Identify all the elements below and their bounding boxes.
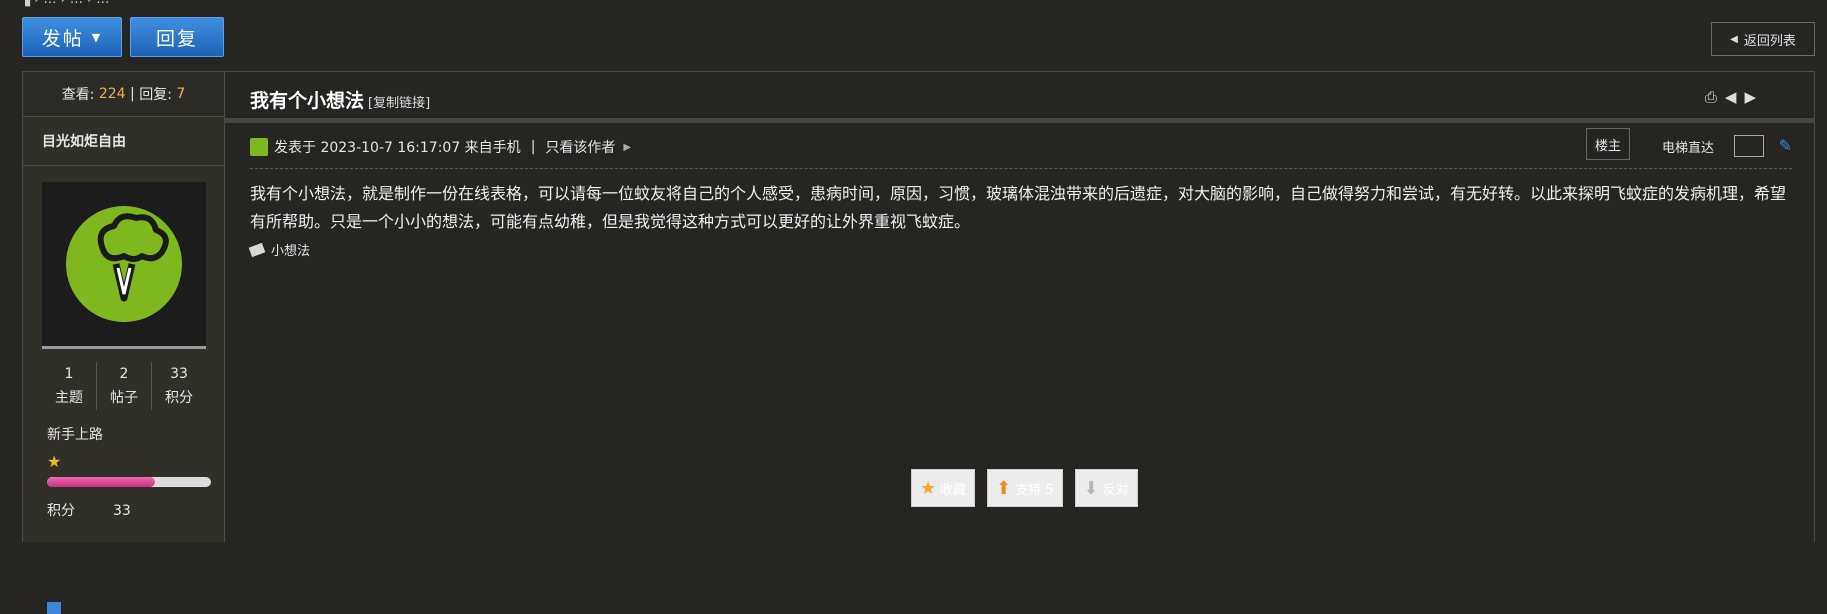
next-thread-icon[interactable]: ▶ (1744, 88, 1756, 106)
author-sidebar: 查看: 224 | 回复: 7 目光如炬自由 1 主题 2 帖子 33 积分 新… (23, 72, 225, 614)
view-reply-stats: 查看: 224 | 回复: 7 (23, 72, 224, 117)
stat-threads[interactable]: 1 主题 (42, 362, 97, 410)
oppose-label: 反对 (1102, 482, 1129, 498)
meta-divider (250, 168, 1792, 169)
credit-value: 33 (113, 503, 131, 519)
post-main: 我有个小想法 [复制链接] ⎙ ◀ ▶ 发表于 2023-10-7 16:17:0… (225, 72, 1814, 542)
stat-value: 2 (119, 366, 129, 382)
floor-badge[interactable]: 楼主 (1585, 128, 1630, 160)
post-content: 我有个小想法，就是制作一份在线表格，可以请每一位蚊友将自己的个人感受，患病时间，… (250, 184, 1787, 231)
back-to-list-button[interactable]: ◀ 返回列表 (1711, 22, 1815, 56)
replies-label: 回复: (139, 87, 172, 103)
level-progress-bar (47, 477, 211, 487)
chevron-left-icon: ◀ (1730, 33, 1738, 45)
avatar-divider (42, 346, 206, 349)
star-icon: ★ (920, 477, 937, 499)
meta-separator: | (530, 139, 536, 155)
caret-right-icon: ▶ (623, 141, 632, 153)
title-divider (225, 118, 1814, 123)
post-button-label: 发帖 (41, 27, 84, 50)
stat-label: 积分 (165, 390, 193, 406)
tree-avatar-icon (66, 206, 182, 322)
breadcrumb: ▐ › … › … › … (20, 0, 109, 7)
tag-icon (248, 242, 266, 257)
credit-row: 积分 33 (47, 500, 131, 520)
post-time: 发表于 2023-10-7 16:17:07 来自手机 (274, 140, 521, 156)
reply-button-label: 回复 (155, 27, 198, 50)
post-meta: 发表于 2023-10-7 16:17:07 来自手机 | 只看该作者 ▶ (250, 137, 631, 157)
user-rank[interactable]: 新手上路 (47, 424, 103, 444)
support-label: 支持 5 (1015, 482, 1054, 498)
jump-floor-input[interactable] (1734, 135, 1764, 157)
support-button[interactable]: ⬆ 支持 5 (987, 469, 1063, 507)
views-count: 224 (98, 86, 126, 102)
post-actions: ★ 收藏 ⬆ 支持 5 ⬇ 反对 (911, 469, 1138, 507)
tag-label: 小想法 (271, 244, 311, 259)
arrow-down-icon: ⬇ (1083, 477, 1099, 499)
star-icon: ★ (47, 452, 62, 471)
post-frame: 查看: 224 | 回复: 7 目光如炬自由 1 主题 2 帖子 33 积分 新… (22, 71, 1815, 614)
favorite-label: 收藏 (940, 482, 967, 498)
views-label: 查看: (61, 87, 95, 103)
post-button[interactable]: 发帖 ▼ (22, 17, 122, 57)
user-icon (250, 138, 268, 156)
arrow-up-icon: ⬆ (996, 477, 1012, 499)
jump-go-icon[interactable]: ✎ (1779, 136, 1792, 155)
avatar[interactable] (42, 182, 206, 346)
oppose-button[interactable]: ⬇ 反对 (1074, 469, 1138, 507)
print-icon[interactable]: ⎙ (1705, 88, 1717, 106)
replies-count: 7 (176, 86, 186, 102)
favorite-button[interactable]: ★ 收藏 (911, 469, 976, 507)
back-to-list-label: 返回列表 (1743, 33, 1796, 49)
stat-points[interactable]: 33 积分 (152, 362, 206, 410)
reply-button[interactable]: 回复 (130, 17, 224, 57)
prev-thread-icon[interactable]: ◀ (1725, 88, 1737, 106)
post-tools: ⎙ ◀ ▶ (1705, 88, 1756, 106)
stat-value: 1 (64, 366, 74, 382)
credit-label: 积分 (47, 503, 75, 519)
medal-icon (47, 602, 61, 614)
post-title-row: 我有个小想法 [复制链接] (250, 86, 430, 113)
jump-label: 电梯直达 (1661, 141, 1714, 156)
level-progress-fill (47, 477, 156, 487)
stat-posts[interactable]: 2 帖子 (97, 362, 152, 410)
post-title: 我有个小想法 (250, 90, 365, 112)
author-only-link[interactable]: 只看该作者 (545, 137, 615, 157)
post-tag[interactable]: 小想法 (248, 240, 311, 259)
stat-value: 33 (170, 366, 188, 382)
stat-label: 主题 (55, 390, 83, 406)
stat-label: 帖子 (110, 390, 138, 406)
author-name[interactable]: 目光如炬自由 (23, 117, 224, 166)
author-stats: 1 主题 2 帖子 33 积分 (42, 362, 206, 410)
copy-link[interactable]: [复制链接] (368, 96, 430, 111)
chevron-down-icon: ▼ (91, 30, 103, 44)
